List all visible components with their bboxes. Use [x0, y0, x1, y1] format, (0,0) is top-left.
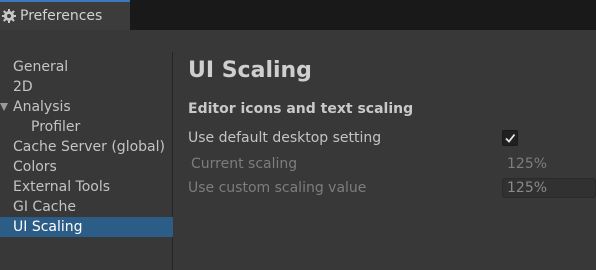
sidebar-item-general[interactable]: General — [0, 57, 173, 77]
page-title: UI Scaling — [188, 58, 312, 83]
sidebar-item-gi-cache[interactable]: GI Cache — [0, 197, 173, 217]
sidebar-item-external-tools[interactable]: External Tools — [0, 177, 173, 197]
section-title: Editor icons and text scaling — [188, 101, 414, 117]
sidebar-item-label: Colors — [13, 159, 57, 175]
sidebar-item-analysis[interactable]: Analysis — [0, 97, 173, 117]
tab-preferences[interactable]: Preferences — [0, 0, 130, 30]
gear-icon — [1, 8, 17, 24]
use-default-checkbox[interactable] — [502, 130, 518, 146]
sidebar-item-2d[interactable]: 2D — [0, 77, 173, 97]
preferences-content: General 2D Analysis Profiler Cache Serve… — [0, 30, 596, 270]
custom-scaling-field[interactable]: 125% — [502, 178, 596, 198]
current-scaling-value: 125% — [507, 156, 548, 172]
title-bar: Preferences — [0, 0, 596, 30]
sidebar-item-profiler[interactable]: Profiler — [0, 117, 173, 137]
tab-title: Preferences — [20, 8, 103, 24]
sidebar-item-label: Cache Server (global) — [13, 139, 165, 155]
sidebar-item-label: Analysis — [13, 99, 71, 115]
sidebar-item-colors[interactable]: Colors — [0, 157, 173, 177]
sidebar: General 2D Analysis Profiler Cache Serve… — [0, 52, 173, 270]
sidebar-item-label: Profiler — [31, 119, 81, 135]
current-scaling-label: Current scaling — [191, 156, 298, 172]
sidebar-item-label: External Tools — [13, 179, 111, 195]
sidebar-item-label: 2D — [13, 79, 33, 95]
main-panel: UI Scaling Editor icons and text scaling… — [174, 52, 596, 270]
checkmark-icon — [505, 133, 516, 143]
sidebar-item-cache-server[interactable]: Cache Server (global) — [0, 137, 173, 157]
sidebar-item-label: GI Cache — [13, 199, 76, 215]
chevron-down-icon[interactable] — [0, 103, 8, 111]
custom-scaling-label: Use custom scaling value — [188, 180, 367, 196]
sidebar-item-label: UI Scaling — [13, 219, 83, 235]
sidebar-item-ui-scaling[interactable]: UI Scaling — [0, 217, 173, 237]
use-default-label: Use default desktop setting — [188, 130, 382, 146]
sidebar-item-label: General — [13, 59, 69, 75]
